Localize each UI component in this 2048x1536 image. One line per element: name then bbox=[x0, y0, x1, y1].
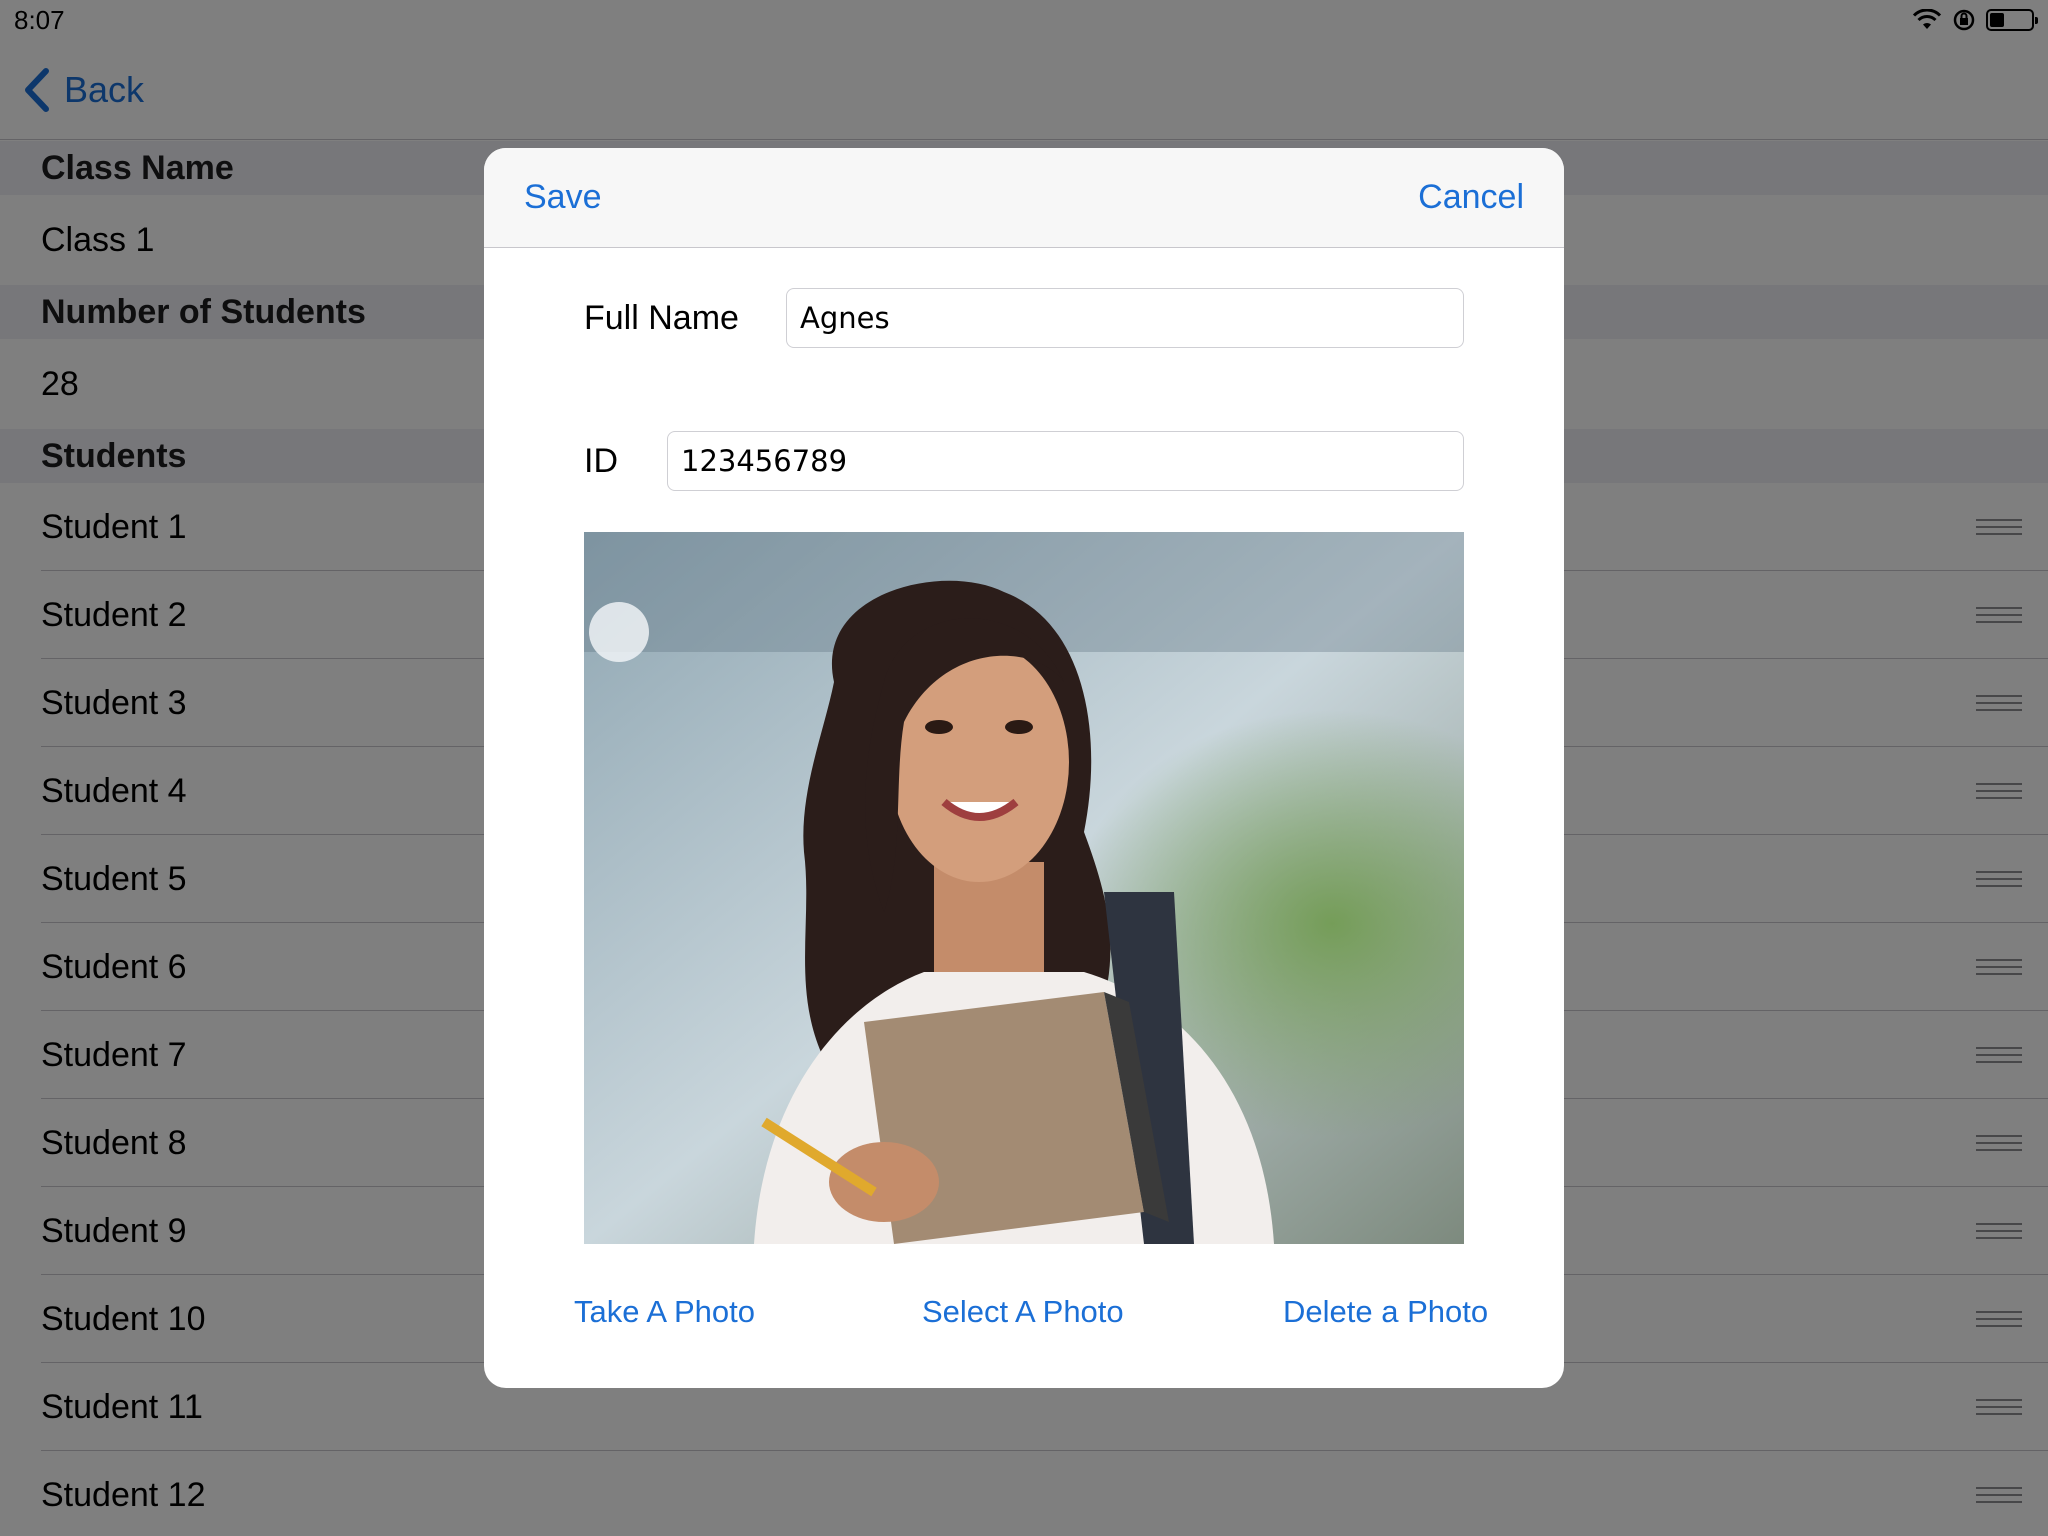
full-name-field[interactable]: Agnes bbox=[786, 288, 1464, 348]
take-photo-button[interactable]: Take A Photo bbox=[574, 1294, 755, 1330]
id-field[interactable]: 123456789 bbox=[667, 431, 1464, 491]
delete-photo-button[interactable]: Delete a Photo bbox=[1283, 1294, 1488, 1330]
full-name-label: Full Name bbox=[584, 298, 739, 337]
cancel-button[interactable]: Cancel bbox=[1418, 178, 1524, 217]
id-label: ID bbox=[584, 441, 618, 480]
save-button[interactable]: Save bbox=[524, 178, 602, 217]
photo-actions: Take A Photo Select A Photo Delete a Pho… bbox=[484, 1278, 1564, 1348]
full-name-row: Full Name Agnes bbox=[584, 288, 1464, 348]
modal-toolbar: Save Cancel bbox=[484, 148, 1564, 248]
id-row: ID 123456789 bbox=[584, 431, 1464, 491]
select-photo-button[interactable]: Select A Photo bbox=[922, 1294, 1124, 1330]
student-photo bbox=[584, 532, 1464, 1244]
edit-student-modal: Save Cancel Full Name Agnes ID 123456789 bbox=[484, 148, 1564, 1388]
